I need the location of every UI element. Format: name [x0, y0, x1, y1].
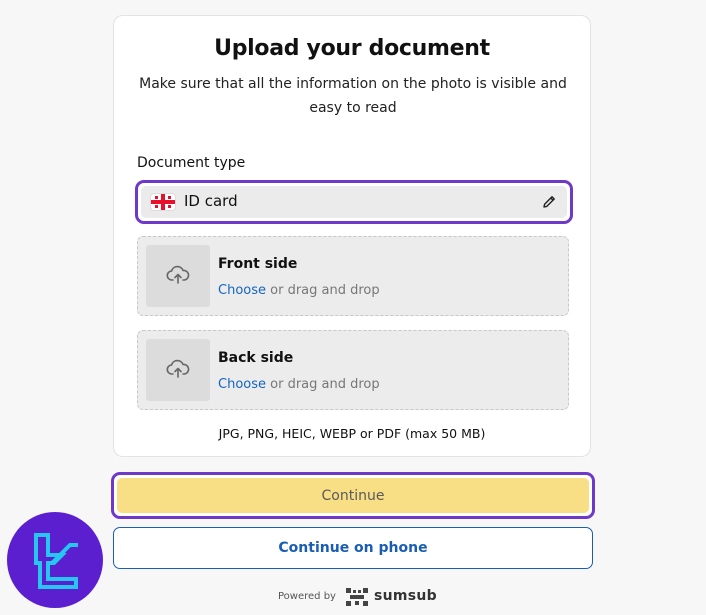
continue-button[interactable]: Continue	[117, 478, 589, 513]
front-side-hint: Choose or drag and drop	[218, 283, 380, 298]
continue-on-phone-button[interactable]: Continue on phone	[113, 527, 593, 569]
front-side-dropzone[interactable]: Front side Choose or drag and drop	[137, 236, 569, 316]
back-side-hint: Choose or drag and drop	[218, 377, 380, 392]
back-side-choose-link[interactable]: Choose	[218, 377, 266, 392]
cloud-upload-icon	[166, 359, 190, 378]
continue-button-highlight: Continue	[111, 472, 595, 519]
front-side-choose-link[interactable]: Choose	[218, 283, 266, 298]
sumsub-brand-text: sumsub	[374, 588, 438, 604]
back-side-dropzone[interactable]: Back side Choose or drag and drop	[137, 330, 569, 410]
page-subtitle: Make sure that all the information on th…	[139, 76, 567, 116]
front-side-title: Front side	[218, 256, 298, 272]
upload-card: Upload your document Make sure that all …	[113, 15, 591, 457]
document-type-label: Document type	[137, 155, 246, 171]
back-side-thumbnail	[146, 339, 210, 401]
document-type-highlight: ID card	[135, 180, 573, 224]
document-type-select[interactable]: ID card	[141, 186, 567, 218]
front-side-thumbnail	[146, 245, 210, 307]
sumsub-logo-icon	[346, 588, 368, 606]
back-side-drag-text: or drag and drop	[266, 377, 380, 392]
georgia-flag-icon	[151, 194, 175, 210]
page-title: Upload your document	[214, 36, 490, 61]
brand-logo-icon	[7, 512, 103, 608]
powered-by-footer: Powered by sumsub	[278, 586, 438, 610]
document-type-value: ID card	[184, 192, 238, 210]
accepted-formats-note: JPG, PNG, HEIC, WEBP or PDF (max 50 MB)	[218, 426, 486, 441]
pencil-icon[interactable]	[541, 194, 557, 210]
back-side-title: Back side	[218, 350, 294, 366]
cloud-upload-icon	[166, 265, 190, 284]
powered-by-label: Powered by	[278, 591, 336, 602]
front-side-drag-text: or drag and drop	[266, 283, 380, 298]
